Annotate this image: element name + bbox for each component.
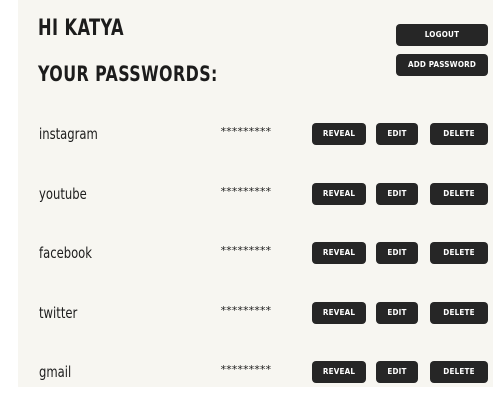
- greeting-heading: HI KATYA: [38, 16, 124, 41]
- edit-button[interactable]: EDIT: [376, 361, 418, 383]
- site-name: facebook: [39, 244, 93, 262]
- page-title: YOUR PASSWORDS:: [38, 62, 218, 86]
- edit-button[interactable]: EDIT: [376, 183, 418, 205]
- masked-password: *********: [220, 244, 272, 257]
- site-name: youtube: [39, 185, 87, 203]
- delete-button[interactable]: DELETE: [430, 123, 488, 145]
- password-row-facebook: facebook ********* REVEAL EDIT DELETE: [18, 240, 493, 266]
- password-row-gmail: gmail ********* REVEAL EDIT DELETE: [18, 359, 493, 385]
- site-name: instagram: [39, 125, 98, 143]
- password-row-youtube: youtube ********* REVEAL EDIT DELETE: [18, 181, 493, 207]
- delete-button[interactable]: DELETE: [430, 361, 488, 383]
- reveal-button[interactable]: REVEAL: [312, 183, 366, 205]
- password-manager-panel: HI KATYA YOUR PASSWORDS: LOGOUT ADD PASS…: [18, 0, 493, 387]
- site-name: twitter: [39, 304, 78, 322]
- reveal-button[interactable]: REVEAL: [312, 361, 366, 383]
- masked-password: *********: [220, 125, 272, 138]
- delete-button[interactable]: DELETE: [430, 242, 488, 264]
- masked-password: *********: [220, 304, 272, 317]
- delete-button[interactable]: DELETE: [430, 183, 488, 205]
- masked-password: *********: [220, 363, 272, 376]
- site-name: gmail: [39, 363, 72, 381]
- password-row-twitter: twitter ********* REVEAL EDIT DELETE: [18, 300, 493, 326]
- password-row-instagram: instagram ********* REVEAL EDIT DELETE: [18, 121, 493, 147]
- logout-button[interactable]: LOGOUT: [396, 24, 488, 46]
- reveal-button[interactable]: REVEAL: [312, 302, 366, 324]
- edit-button[interactable]: EDIT: [376, 242, 418, 264]
- edit-button[interactable]: EDIT: [376, 123, 418, 145]
- delete-button[interactable]: DELETE: [430, 302, 488, 324]
- add-password-button[interactable]: ADD PASSWORD: [396, 54, 488, 76]
- reveal-button[interactable]: REVEAL: [312, 242, 366, 264]
- reveal-button[interactable]: REVEAL: [312, 123, 366, 145]
- edit-button[interactable]: EDIT: [376, 302, 418, 324]
- masked-password: *********: [220, 185, 272, 198]
